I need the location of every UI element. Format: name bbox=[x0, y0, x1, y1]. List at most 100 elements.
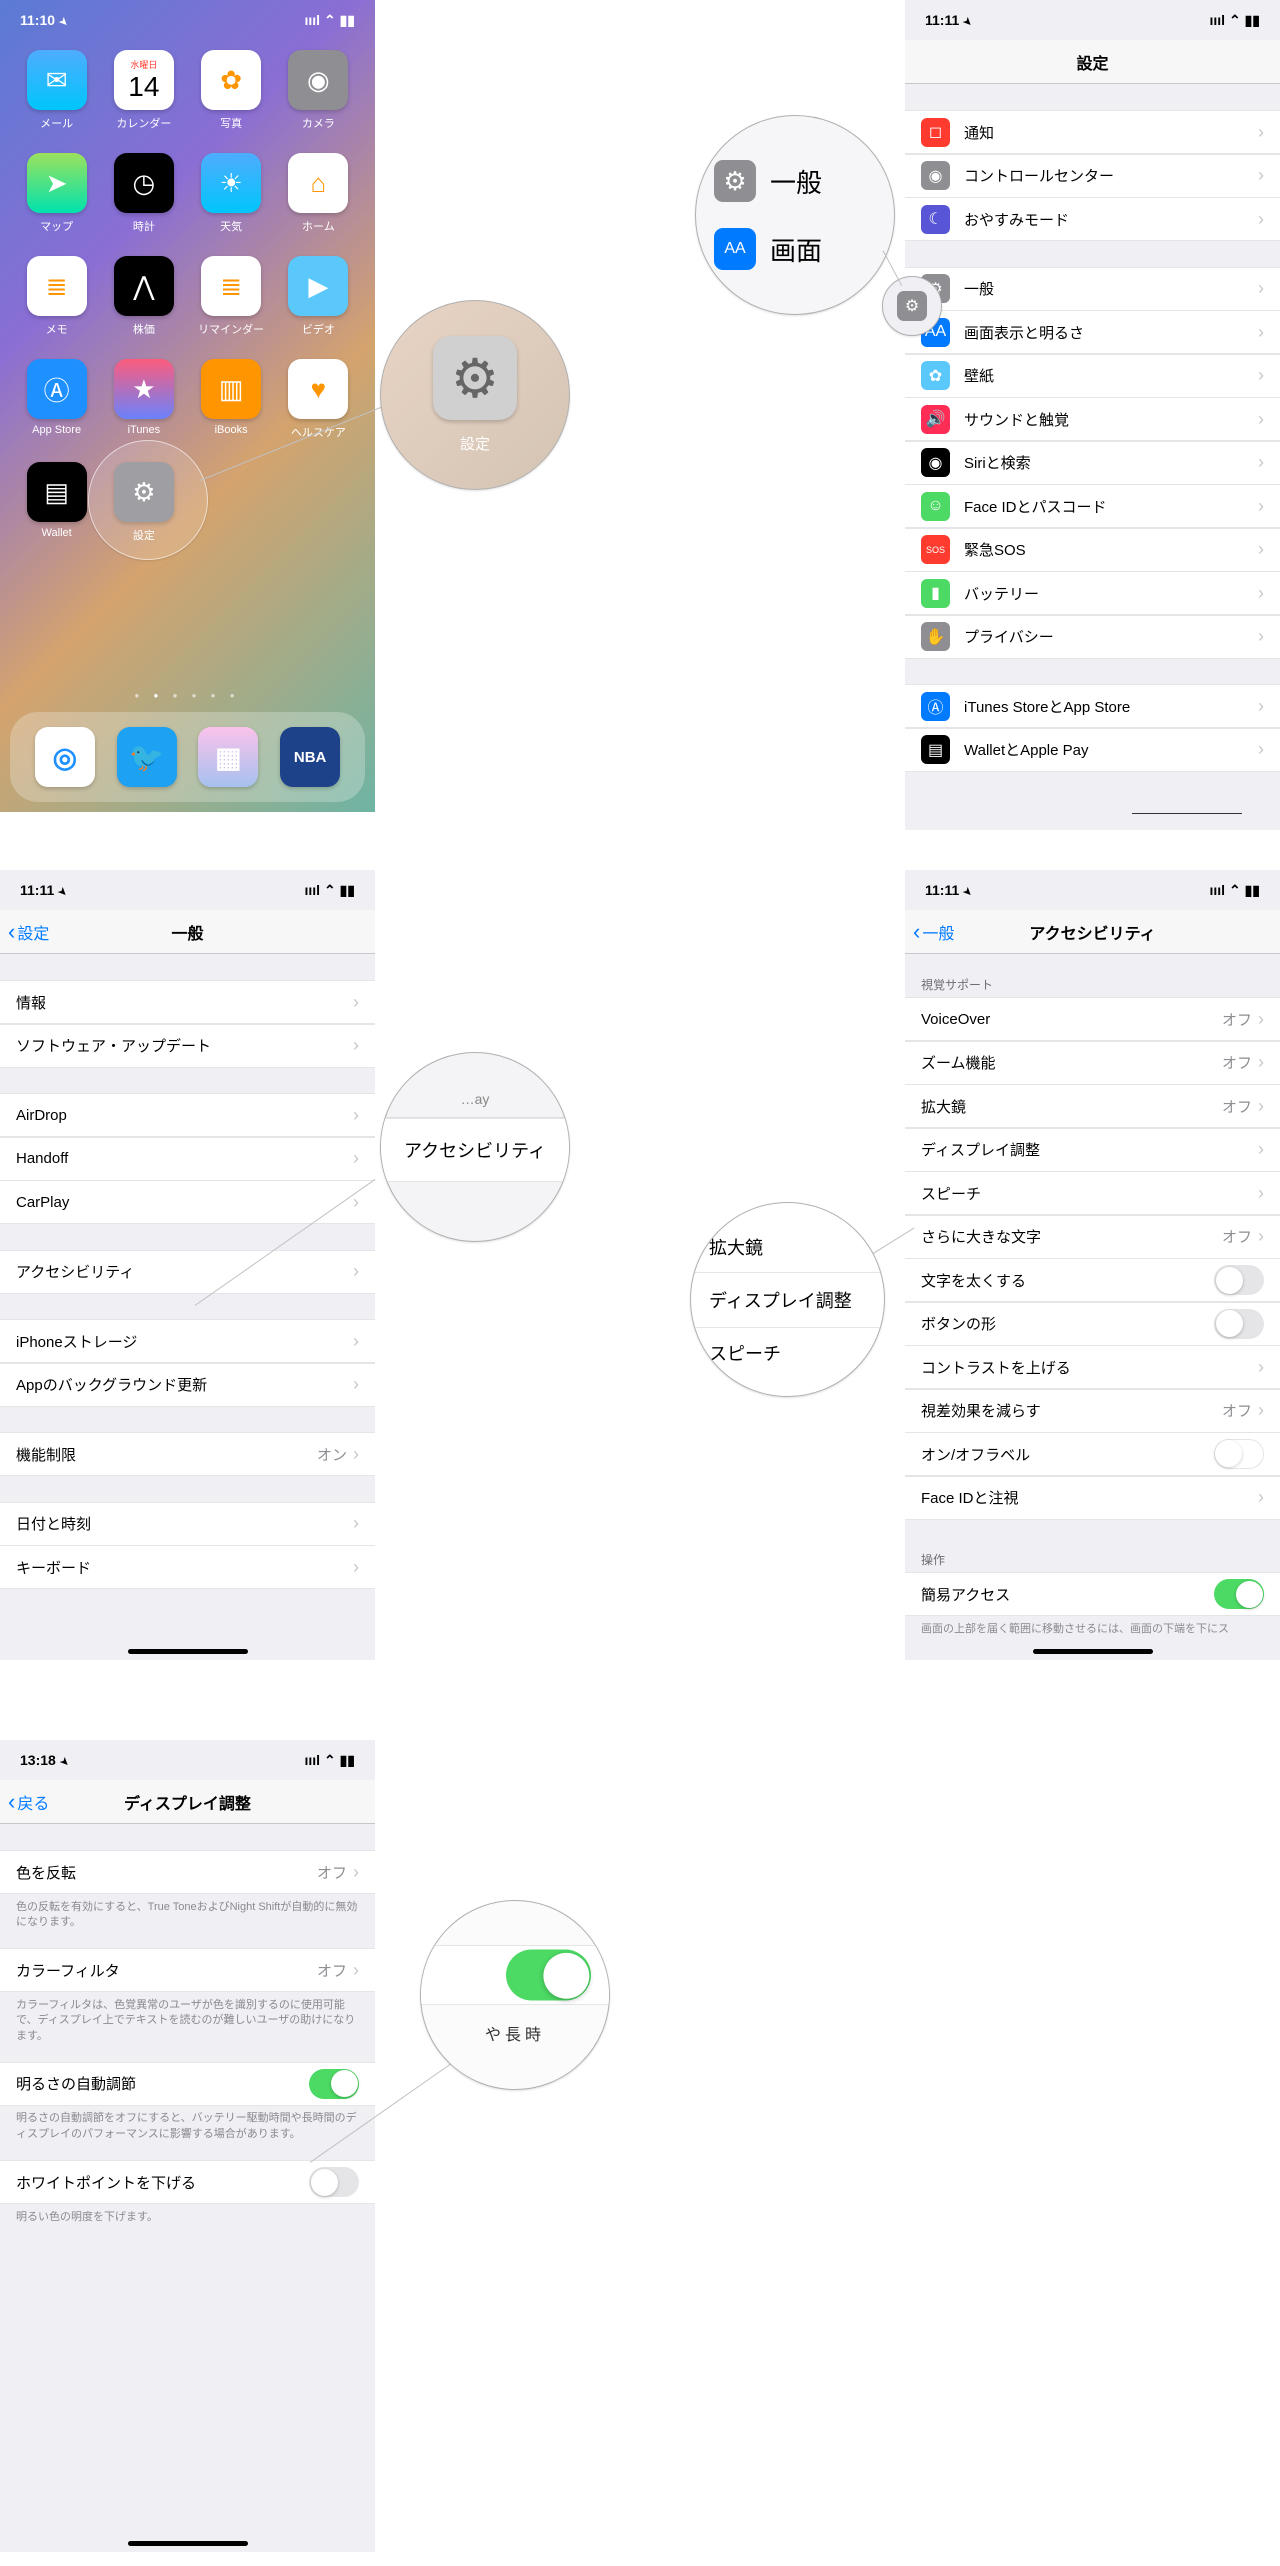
app-カメラ[interactable]: ◉カメラ bbox=[284, 50, 353, 131]
settings-row[interactable]: ソフトウェア・アップデート› bbox=[0, 1024, 375, 1068]
toggle-switch[interactable] bbox=[1214, 1439, 1264, 1469]
settings-row[interactable]: ◉コントロールセンター› bbox=[905, 154, 1280, 198]
row-label: AirDrop bbox=[16, 1107, 353, 1124]
row-label: Face IDとパスコード bbox=[964, 496, 1258, 517]
dock-app-news[interactable]: ▦ bbox=[198, 727, 258, 787]
settings-row[interactable]: ▮バッテリー› bbox=[905, 571, 1280, 615]
footer-note: 明るい色の明度を下げます。 bbox=[0, 2204, 375, 2229]
settings-row[interactable]: 拡大鏡オフ› bbox=[905, 1084, 1280, 1128]
toggle-switch[interactable] bbox=[309, 2167, 359, 2197]
app-label: iTunes bbox=[128, 424, 161, 436]
wallpaper-icon: ✿ bbox=[921, 361, 950, 390]
settings-row[interactable]: ⒶiTunes StoreとApp Store› bbox=[905, 684, 1280, 728]
back-button[interactable]: ‹設定 bbox=[8, 920, 49, 944]
dock-app-nba[interactable]: NBA bbox=[280, 727, 340, 787]
chevron-right-icon: › bbox=[1258, 1487, 1264, 1508]
callout-label: アクセシビリティ bbox=[381, 1118, 569, 1182]
settings-row[interactable]: 日付と時刻› bbox=[0, 1502, 375, 1546]
settings-row[interactable]: 簡易アクセス bbox=[905, 1572, 1280, 1616]
settings-row[interactable]: 文字を太くする bbox=[905, 1258, 1280, 1302]
app-ヘルスケア[interactable]: ♥ヘルスケア bbox=[284, 359, 353, 440]
settings-row[interactable]: Face IDと注視› bbox=[905, 1476, 1280, 1520]
dock-app-safari[interactable]: ◎ bbox=[35, 727, 95, 787]
settings-row[interactable]: ホワイトポイントを下げる bbox=[0, 2160, 375, 2204]
settings-row[interactable]: 明るさの自動調節 bbox=[0, 2062, 375, 2106]
row-label: 緊急SOS bbox=[964, 539, 1258, 560]
settings-row[interactable]: 色を反転オフ› bbox=[0, 1850, 375, 1894]
app-label: リマインダー bbox=[198, 321, 264, 337]
page-indicator[interactable]: ● ● ● ● ● ● bbox=[0, 691, 375, 700]
settings-row[interactable]: ズーム機能オフ› bbox=[905, 1041, 1280, 1085]
settings-row[interactable]: 🔊サウンドと触覚› bbox=[905, 397, 1280, 441]
settings-row[interactable]: ☺ Face IDとパスコード› bbox=[905, 484, 1280, 528]
app-iBooks[interactable]: ▥iBooks bbox=[197, 359, 266, 440]
settings-row[interactable]: ボタンの形 bbox=[905, 1302, 1280, 1346]
app-リマインダー[interactable]: ≣リマインダー bbox=[197, 256, 266, 337]
settings-row[interactable]: ⚙一般› bbox=[905, 267, 1280, 311]
settings-row[interactable]: ✿壁紙› bbox=[905, 354, 1280, 398]
app-メモ[interactable]: ≣メモ bbox=[22, 256, 91, 337]
settings-row[interactable]: アクセシビリティ› bbox=[0, 1250, 375, 1294]
itunes-icon: Ⓐ bbox=[921, 692, 950, 721]
settings-row[interactable]: AA画面表示と明るさ› bbox=[905, 310, 1280, 354]
app-iTunes[interactable]: ★iTunes bbox=[109, 359, 178, 440]
settings-row[interactable]: Handoff› bbox=[0, 1137, 375, 1181]
app-ビデオ[interactable]: ▶ビデオ bbox=[284, 256, 353, 337]
settings-row[interactable]: スピーチ› bbox=[905, 1171, 1280, 1215]
settings-row[interactable]: オン/オフラベル bbox=[905, 1432, 1280, 1476]
home-indicator[interactable] bbox=[128, 2541, 248, 2546]
toggle-switch[interactable] bbox=[1214, 1579, 1264, 1609]
settings-row[interactable]: コントラストを上げる› bbox=[905, 1345, 1280, 1389]
app-株価[interactable]: ⋀株価 bbox=[109, 256, 178, 337]
settings-row[interactable]: Appのバックグラウンド更新› bbox=[0, 1363, 375, 1407]
app-時計[interactable]: ◷時計 bbox=[109, 153, 178, 234]
settings-row[interactable]: ✋プライバシー› bbox=[905, 615, 1280, 659]
コントロール-icon: ◉ bbox=[921, 161, 950, 190]
settings-row[interactable]: ◻通知› bbox=[905, 110, 1280, 154]
app-Wallet[interactable]: ▤Wallet bbox=[22, 462, 91, 543]
settings-row[interactable]: ▤WalletとApple Pay› bbox=[905, 728, 1280, 772]
chevron-right-icon: › bbox=[1258, 1183, 1264, 1204]
settings-row[interactable]: ◉Siriと検索› bbox=[905, 441, 1280, 485]
app-天気[interactable]: ☀天気 bbox=[197, 153, 266, 234]
app-マップ[interactable]: ➤マップ bbox=[22, 153, 91, 234]
app-App Store[interactable]: ⒶApp Store bbox=[22, 359, 91, 440]
app-カレンダー[interactable]: 水曜日14カレンダー bbox=[109, 50, 178, 131]
app-ホーム[interactable]: ⌂ホーム bbox=[284, 153, 353, 234]
app-label: メモ bbox=[46, 321, 68, 337]
toggle-switch[interactable] bbox=[1214, 1309, 1264, 1339]
app-写真[interactable]: ✿写真 bbox=[197, 50, 266, 131]
toggle-switch[interactable] bbox=[1214, 1265, 1264, 1295]
chevron-right-icon: › bbox=[1258, 496, 1264, 517]
settings-row[interactable]: ディスプレイ調整› bbox=[905, 1128, 1280, 1172]
chevron-right-icon: › bbox=[1258, 452, 1264, 473]
settings-row[interactable]: iPhoneストレージ› bbox=[0, 1319, 375, 1363]
settings-row[interactable]: 情報› bbox=[0, 980, 375, 1024]
back-button[interactable]: ‹戻る bbox=[8, 1790, 49, 1814]
settings-row[interactable]: 視差効果を減らすオフ› bbox=[905, 1389, 1280, 1433]
settings-row[interactable]: キーボード› bbox=[0, 1545, 375, 1589]
display-section-4: ホワイトポイントを下げる bbox=[0, 2160, 375, 2204]
chevron-right-icon: › bbox=[1258, 739, 1264, 760]
home-indicator[interactable] bbox=[128, 1649, 248, 1654]
app-メール[interactable]: ✉メール bbox=[22, 50, 91, 131]
settings-row[interactable]: カラーフィルタオフ› bbox=[0, 1948, 375, 1992]
settings-row[interactable]: 機能制限オン› bbox=[0, 1432, 375, 1476]
callout-main-label: 一般 bbox=[770, 163, 822, 200]
callout-settings-app: ⚙ 設定 bbox=[380, 300, 570, 490]
app-icon: Ⓐ bbox=[27, 359, 87, 419]
status-bar: 11:11➤ ıııl ⌃ ▮▮ bbox=[0, 870, 375, 910]
home-indicator[interactable] bbox=[1033, 1649, 1153, 1654]
settings-row[interactable]: さらに大きな文字オフ› bbox=[905, 1215, 1280, 1259]
toggle-switch[interactable] bbox=[506, 1950, 591, 2001]
faceid-icon: ☺ bbox=[921, 492, 950, 521]
settings-row[interactable]: AirDrop› bbox=[0, 1093, 375, 1137]
back-button[interactable]: ‹一般 bbox=[913, 920, 954, 944]
settings-row[interactable]: VoiceOverオフ› bbox=[905, 997, 1280, 1041]
dock-app-twitter[interactable]: 🐦 bbox=[117, 727, 177, 787]
toggle-switch[interactable] bbox=[309, 2069, 359, 2099]
settings-row[interactable]: SOS緊急SOS› bbox=[905, 528, 1280, 572]
chevron-right-icon: › bbox=[353, 1148, 359, 1169]
settings-row[interactable]: ☾おやすみモード› bbox=[905, 197, 1280, 241]
row-label: 機能制限 bbox=[16, 1444, 317, 1465]
